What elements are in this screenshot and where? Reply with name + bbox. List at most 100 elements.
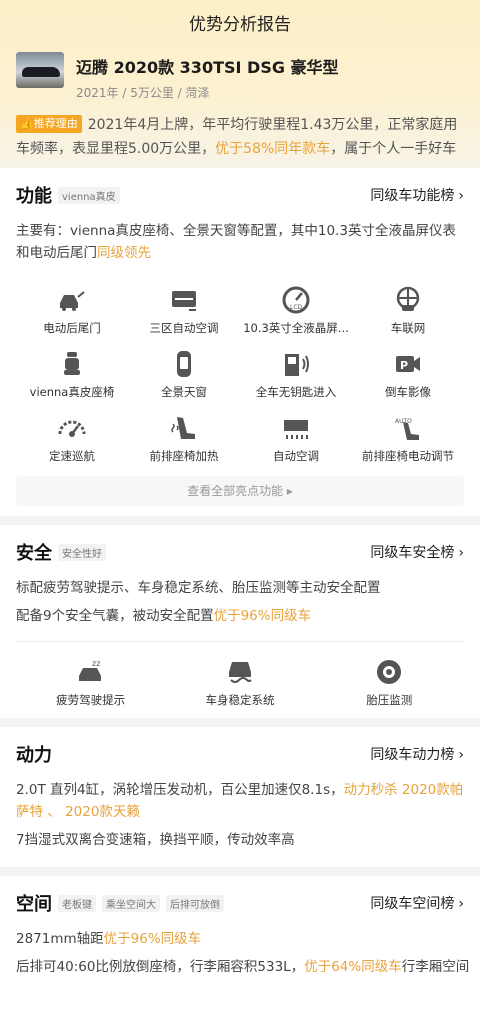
function-feature-grid: 电动后尾门 三区自动空调 LCD 10.3英寸全液晶屏... 车联网 vienn…	[16, 286, 464, 464]
feature-item[interactable]: 全车无钥匙进入	[240, 350, 352, 400]
feature-item[interactable]: 三区自动空调	[128, 286, 240, 336]
safety-desc-highlight: 优于96%同级车	[213, 608, 312, 624]
recommend-reason: 👍推荐理由 2021年4月上牌，年平均行驶里程1.43万公里，正常家庭用车频率，表…	[16, 113, 464, 161]
feature-label: 电动后尾门	[43, 321, 101, 335]
safety-chip: 安全性好	[58, 543, 106, 561]
feature-label: 定速巡航	[49, 449, 95, 463]
feature-label: 车联网	[390, 321, 426, 335]
recommend-tag: 👍推荐理由	[16, 115, 82, 133]
power-seat-icon: AUTO	[393, 414, 423, 442]
feature-item[interactable]: 前排座椅加热	[128, 414, 240, 464]
feature-item[interactable]: AUTO 前排座椅电动调节	[352, 414, 464, 464]
safety-desc-2-text: 配备9个安全气囊，被动安全配置	[16, 608, 214, 624]
feature-label: 胎压监测	[366, 693, 413, 707]
cruise-control-icon	[57, 414, 87, 442]
car-meta: 2021年 / 5万公里 / 菏泽	[76, 84, 339, 101]
feature-label: 倒车影像	[385, 385, 431, 399]
space-rank-link[interactable]: 同级车空间榜 ›	[370, 893, 464, 913]
space-desc-2-tail: 行李厢空间	[401, 959, 470, 975]
svg-text:P: P	[400, 359, 408, 372]
power-desc-text: 2.0T 直列4缸，涡轮增压发动机，百公里加速仅8.1s，	[16, 782, 344, 798]
svg-text:AUTO: AUTO	[395, 418, 412, 425]
feature-label: 疲劳驾驶提示	[56, 693, 126, 707]
space-title: 空间	[16, 894, 52, 915]
safety-rank-link[interactable]: 同级车安全榜 ›	[370, 542, 464, 562]
power-rank-link[interactable]: 同级车动力榜 ›	[370, 744, 464, 764]
safety-section: 安全 安全性好 同级车安全榜 › 标配疲劳驾驶提示、车身稳定系统、胎压监测等主动安…	[0, 525, 480, 718]
car-summary[interactable]: 迈腾 2020款 330TSI DSG 豪华型 2021年 / 5万公里 / 菏…	[16, 52, 464, 101]
stability-control-icon	[225, 658, 255, 686]
feature-item[interactable]: zz 疲劳驾驶提示	[16, 658, 165, 708]
feature-item[interactable]: P 倒车影像	[352, 350, 464, 400]
power-desc: 2.0T 直列4缸，涡轮增压发动机，百公里加速仅8.1s，动力秒杀 2020款帕…	[16, 779, 464, 823]
function-section: 功能 vienna真皮 同级车功能榜 › 主要有：vienna真皮座椅、全景天窗等…	[0, 168, 480, 516]
reason-text-tail: ，属于个人一手好车	[330, 141, 457, 157]
feature-item[interactable]: 定速巡航	[16, 414, 128, 464]
space-rank-label: 同级车空间榜	[370, 896, 455, 912]
chevron-right-icon: ›	[458, 747, 464, 763]
feature-item[interactable]: LCD 10.3英寸全液晶屏...	[240, 286, 352, 336]
feature-label: 自动空调	[273, 449, 319, 463]
function-desc-text: 主要有：vienna真皮座椅、全景天窗等配置，其中10.3英寸全液晶屏仪表和电动…	[16, 223, 456, 261]
auto-ac-icon	[281, 414, 311, 442]
divider	[16, 641, 464, 642]
feature-item[interactable]: vienna真皮座椅	[16, 350, 128, 400]
panoramic-sunroof-icon	[169, 350, 199, 378]
safety-feature-grid: zz 疲劳驾驶提示 车身稳定系统 胎压监测	[16, 658, 464, 708]
car-year: 2021年	[76, 86, 119, 100]
function-chip: vienna真皮	[58, 186, 120, 204]
chevron-right-icon: ›	[458, 188, 464, 204]
chevron-right-icon: ›	[458, 896, 464, 912]
keyless-entry-icon	[281, 350, 311, 378]
tri-zone-ac-icon	[169, 286, 199, 314]
safety-desc: 标配疲劳驾驶提示、车身稳定系统、胎压监测等主动安全配置	[16, 580, 381, 596]
thumb-up-icon: 👍	[20, 117, 34, 130]
reason-highlight: 优于58%同年款车	[215, 141, 331, 157]
feature-label: 全车无钥匙进入	[255, 385, 337, 399]
fatigue-alert-icon: zz	[76, 658, 106, 686]
svg-text:zz: zz	[92, 659, 100, 668]
feature-item[interactable]: 电动后尾门	[16, 286, 128, 336]
safety-desc-2: 配备9个安全气囊，被动安全配置优于96%同级车	[16, 605, 464, 627]
view-all-features-button[interactable]: 查看全部亮点功能 ▸	[16, 476, 464, 506]
power-title: 动力	[16, 745, 52, 766]
function-rank-label: 同级车功能榜	[370, 188, 455, 204]
space-desc-highlight: 优于96%同级车	[103, 931, 202, 947]
feature-item[interactable]: 全景天窗	[128, 350, 240, 400]
space-chip: 后排可放倒	[166, 894, 224, 912]
chevron-right-icon: ›	[458, 545, 464, 561]
function-desc: 主要有：vienna真皮座椅、全景天窗等配置，其中10.3英寸全液晶屏仪表和电动…	[16, 220, 464, 264]
connected-car-icon	[393, 286, 423, 314]
power-desc-2: 7挡湿式双离合变速箱，换挡平顺，传动效率高	[16, 832, 295, 848]
feature-item[interactable]: 胎压监测	[315, 658, 464, 708]
feature-item[interactable]: 自动空调	[240, 414, 352, 464]
space-chip: 乘坐空间大	[102, 894, 160, 912]
safety-rank-label: 同级车安全榜	[370, 545, 455, 561]
feature-item[interactable]: 车联网	[352, 286, 464, 336]
space-desc-2-highlight: 优于64%同级车	[304, 959, 402, 975]
car-city: 菏泽	[185, 86, 210, 100]
page-title: 优势分析报告	[189, 15, 291, 35]
meta-separator: /	[118, 86, 131, 100]
space-desc: 2871mm轴距优于96%同级车	[16, 928, 464, 950]
space-section: 空间 老板键 乘坐空间大 后排可放倒 同级车空间榜 › 2871mm轴距优于96%…	[0, 876, 480, 1018]
space-desc-2: 后排可40:60比例放倒座椅，行李厢容积533L，优于64%同级车行李厢空间	[16, 956, 469, 978]
space-desc-text: 2871mm轴距	[16, 931, 104, 947]
feature-label: 三区自动空调	[149, 321, 219, 335]
meta-separator: /	[173, 86, 186, 100]
reverse-camera-icon: P	[393, 350, 423, 378]
power-section: 动力 同级车动力榜 › 2.0T 直列4缸，涡轮增压发动机，百公里加速仅8.1s，…	[0, 727, 480, 867]
car-thumbnail	[16, 52, 64, 88]
space-chip: 老板键	[58, 894, 96, 912]
feature-label: 前排座椅加热	[149, 449, 219, 463]
lcd-gauge-icon: LCD	[281, 286, 311, 314]
function-rank-link[interactable]: 同级车功能榜 ›	[370, 185, 464, 205]
seat-heating-icon	[169, 414, 199, 442]
feature-label: 车身稳定系统	[205, 693, 275, 707]
space-desc-2-text: 后排可40:60比例放倒座椅，行李厢容积533L，	[16, 959, 305, 975]
feature-item[interactable]: 车身稳定系统	[165, 658, 314, 708]
safety-title: 安全	[16, 543, 52, 564]
car-mileage: 5万公里	[130, 86, 174, 100]
feature-label: 前排座椅电动调节	[362, 449, 454, 463]
recommend-tag-label: 推荐理由	[33, 117, 78, 130]
